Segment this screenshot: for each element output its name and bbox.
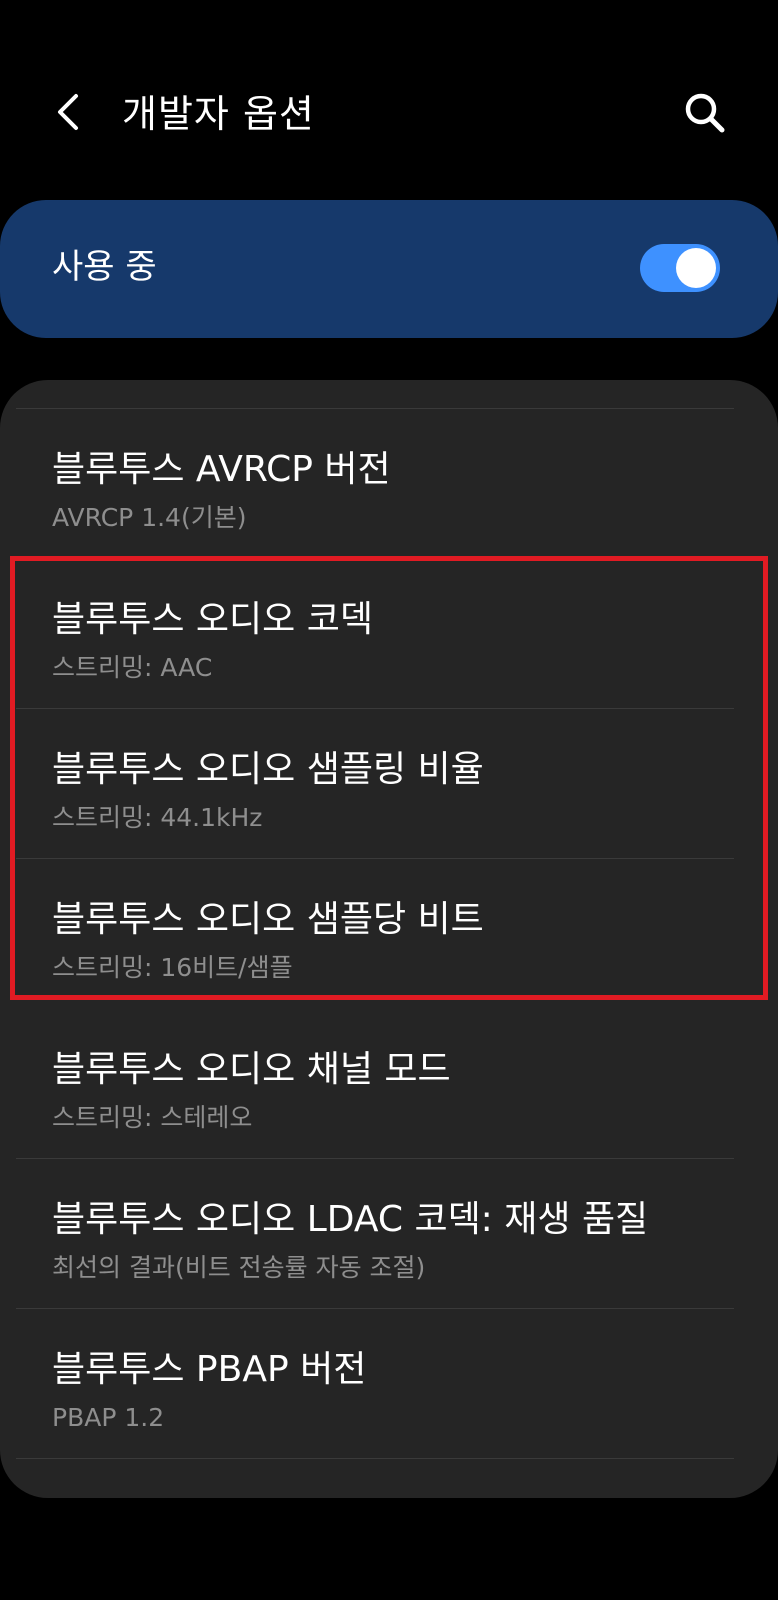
setting-avrcp-version[interactable]: 블루투스 AVRCP 버전 AVRCP 1.4(기본): [16, 409, 734, 559]
setting-title: 블루투스 오디오 LDAC 코덱: 재생 품질: [52, 1199, 649, 1240]
highlight-box: [10, 556, 768, 1000]
setting-audio-channel-mode[interactable]: 블루투스 오디오 채널 모드 스트리밍: 스테레오: [16, 1009, 734, 1159]
setting-title: 블루투스 PBAP 버전: [52, 1349, 367, 1390]
search-button[interactable]: [680, 88, 730, 138]
setting-title: 블루투스 오디오 채널 모드: [52, 1049, 451, 1090]
setting-title: 블루투스 AVRCP 버전: [52, 449, 391, 490]
app-bar: 개발자 옵션: [0, 60, 778, 164]
setting-summary: PBAP 1.2: [52, 1403, 165, 1432]
page-title: 개발자 옵션: [122, 92, 315, 136]
list-divider: [16, 1458, 734, 1459]
setting-summary: 최선의 결과(비트 전송률 자동 조절): [52, 1253, 426, 1282]
master-switch-label: 사용 중: [52, 247, 157, 287]
setting-ldac-playback-quality[interactable]: 블루투스 오디오 LDAC 코덱: 재생 품질 최선의 결과(비트 전송률 자동…: [16, 1159, 734, 1309]
toggle-knob: [676, 248, 716, 288]
search-icon: [685, 93, 725, 133]
back-button[interactable]: [46, 86, 94, 138]
developer-options-master-switch[interactable]: 사용 중: [0, 200, 778, 338]
chevron-left-icon: [58, 94, 78, 130]
setting-pbap-version[interactable]: 블루투스 PBAP 버전 PBAP 1.2: [16, 1309, 734, 1459]
setting-summary: 스트리밍: 스테레오: [52, 1103, 253, 1132]
master-toggle[interactable]: [640, 244, 720, 292]
setting-summary: AVRCP 1.4(기본): [52, 503, 247, 532]
